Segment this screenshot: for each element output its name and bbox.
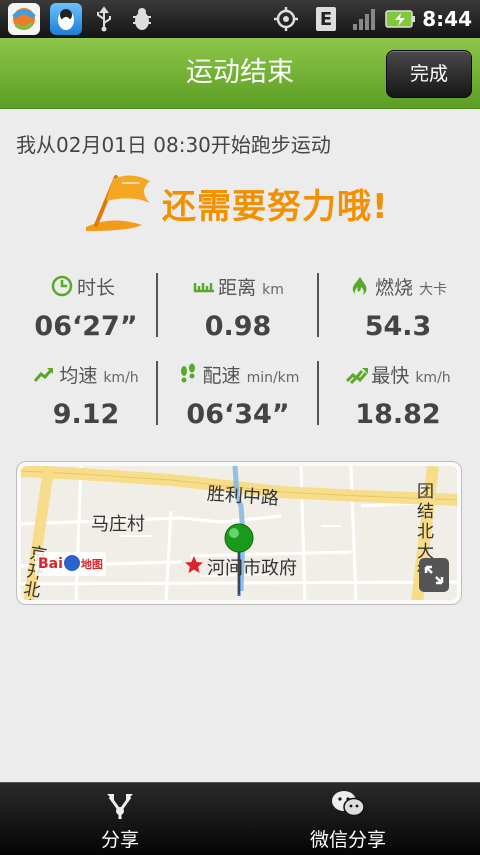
bottom-action-bar: 分享 微信分享 [0, 782, 480, 855]
stat-calories: 燃烧 大卡 54.3 [323, 273, 473, 342]
stat-distance: 距离 km 0.98 [163, 273, 313, 342]
fast-arrows-icon [345, 363, 369, 385]
svg-text:E: E [320, 9, 332, 30]
title-bar: 运动结束 完成 [0, 38, 480, 109]
status-bar: E 8:44 [0, 0, 480, 38]
wechat-share-label: 微信分享 [309, 829, 386, 851]
qq-penguin-icon[interactable] [50, 3, 82, 35]
stat-unit: min/km [246, 370, 300, 386]
share-icon [0, 789, 240, 819]
status-time: 8:44 [422, 7, 472, 31]
flag-icon [82, 167, 156, 235]
bug-debug-icon [128, 5, 156, 33]
stat-duration: 时长 06‘27” [11, 273, 161, 342]
share-label: 分享 [100, 829, 139, 851]
encourage-text: 还需要努力哦! [162, 187, 389, 227]
stat-value: 0.98 [204, 311, 272, 342]
baidu-map-logo: Bai 地图 [35, 552, 106, 576]
stat-label-text: 燃烧 [374, 277, 413, 299]
divider [156, 273, 158, 337]
footprints-icon [177, 363, 199, 385]
stat-label-text: 距离 [218, 277, 257, 299]
stat-value: 06‘34” [186, 399, 290, 430]
divider [317, 361, 319, 425]
stat-unit: km/h [415, 370, 451, 386]
stat-label-text: 最快 [371, 365, 410, 387]
baidu-paw-icon [63, 555, 80, 571]
battery-charging-icon [384, 5, 418, 33]
baidu-logo-text2: 地图 [80, 558, 103, 571]
done-button[interactable]: 完成 [386, 50, 472, 98]
content-area: 我从02月01日 08:30开始跑步运动 还需要努力哦! 时长 06‘27” 距… [0, 109, 480, 782]
map-label-mazhuang: 马庄村 [91, 514, 145, 535]
stat-pace: 配速 min/km 06‘34” [163, 361, 313, 430]
divider [317, 273, 319, 337]
baidu-logo-text: Bai [38, 556, 63, 572]
stat-value: 06‘27” [34, 311, 138, 342]
stat-unit: km/h [103, 370, 139, 386]
gps-icon [272, 5, 300, 33]
stat-label-text: 均速 [59, 365, 98, 387]
divider [156, 361, 158, 425]
share-button[interactable]: 分享 [0, 783, 240, 855]
stat-value: 54.3 [364, 311, 432, 342]
stat-avg-speed: 均速 km/h 9.12 [11, 361, 161, 430]
stat-fastest: 最快 km/h 18.82 [323, 361, 473, 430]
stat-label-text: 配速 [202, 365, 241, 387]
stat-unit: 大卡 [419, 282, 447, 298]
stat-value: 18.82 [355, 399, 441, 430]
route-map-card[interactable]: 胜利中路 马庄村 京开北大 团结北大街 河间市政府 Bai地图 [16, 461, 462, 605]
expand-map-icon[interactable] [419, 558, 449, 592]
trend-arrow-icon [33, 363, 55, 385]
flame-icon [349, 275, 371, 297]
stat-unit: km [262, 282, 284, 298]
app-launcher-icon[interactable] [8, 3, 40, 35]
signal-icon [350, 5, 378, 33]
map-label-shengli: 胜利中路 [206, 483, 280, 510]
ruler-icon [192, 275, 215, 297]
gov-star-icon [183, 554, 205, 576]
clock-icon [51, 275, 73, 297]
wechat-share-button[interactable]: 微信分享 [228, 783, 468, 855]
map-label-gov: 河间市政府 [207, 558, 297, 579]
usb-icon [90, 5, 118, 33]
e-network-icon: E [312, 5, 340, 33]
wechat-icon [228, 789, 468, 819]
stat-label-text: 时长 [76, 277, 115, 299]
stat-value: 9.12 [52, 399, 120, 430]
start-time-text: 我从02月01日 08:30开始跑步运动 [16, 133, 331, 157]
route-map[interactable]: 胜利中路 马庄村 京开北大 团结北大街 河间市政府 Bai地图 [21, 466, 457, 600]
